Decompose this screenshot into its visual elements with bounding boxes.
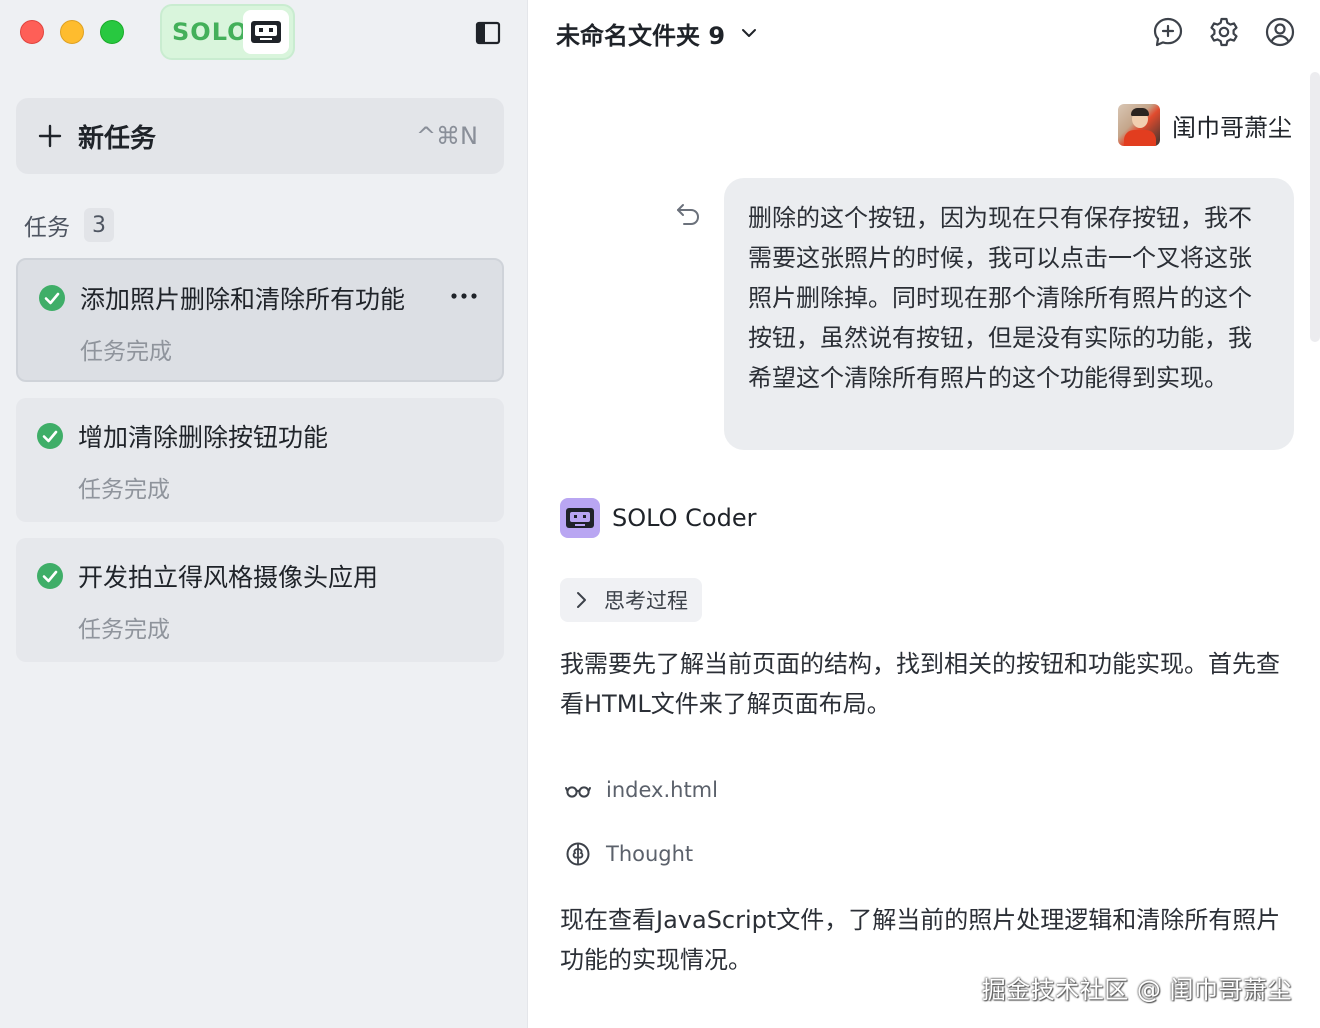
check-circle-icon xyxy=(39,285,65,311)
task-item[interactable]: 添加照片删除和清除所有功能 任务完成 xyxy=(16,258,504,382)
tasks-header: 任务 3 xyxy=(24,208,114,242)
check-circle-icon xyxy=(37,563,63,589)
task-item[interactable]: 增加清除删除按钮功能 任务完成 xyxy=(16,398,504,522)
agent-message: 现在查看JavaScript文件，了解当前的照片处理逻辑和清除所有照片功能的实现… xyxy=(560,906,1281,974)
brain-icon xyxy=(566,842,590,866)
chevron-right-icon xyxy=(577,592,586,608)
task-status: 任务完成 xyxy=(80,339,172,365)
window-close-button[interactable] xyxy=(20,20,44,44)
chat-panel: 未命名文件夹 9 闺巾哥萧尘 删除的这个按钮，因为现在只有保存按钮，我不需要这张… xyxy=(528,0,1320,1028)
scrollbar[interactable] xyxy=(1310,72,1320,342)
task-status: 任务完成 xyxy=(78,617,170,643)
task-title: 开发拍立得风格摄像头应用 xyxy=(78,563,379,592)
avatar xyxy=(1118,104,1160,146)
solo-label: SOLO xyxy=(172,18,249,46)
more-icon[interactable] xyxy=(448,284,480,308)
new-task-button[interactable]: 新任务 ^⌘N xyxy=(16,98,504,174)
folder-name: 未命名文件夹 9 xyxy=(556,21,726,50)
agent-message: 我需要先了解当前页面的结构，找到相关的按钮和功能实现。首先查看HTML文件来了解… xyxy=(560,650,1280,718)
window-minimize-button[interactable] xyxy=(60,20,84,44)
tool-thought-label: Thought xyxy=(606,842,694,866)
tool-file-label: index.html xyxy=(606,778,718,802)
folder-title-dropdown[interactable]: 未命名文件夹 9 xyxy=(556,14,759,52)
user-message-bubble: 删除的这个按钮，因为现在只有保存按钮，我不需要这张照片的时候，我可以点击一个叉将… xyxy=(724,178,1294,450)
tasks-label: 任务 xyxy=(24,215,70,241)
task-item[interactable]: 开发拍立得风格摄像头应用 任务完成 xyxy=(16,538,504,662)
new-chat-icon[interactable] xyxy=(1152,16,1184,48)
task-title: 添加照片删除和清除所有功能 xyxy=(80,285,406,314)
task-title: 增加清除删除按钮功能 xyxy=(78,423,329,452)
window-maximize-button[interactable] xyxy=(100,20,124,44)
tasks-count-badge: 3 xyxy=(84,208,114,242)
panel-toggle-icon[interactable] xyxy=(474,19,502,47)
sidebar: SOLO 新任务 ^⌘N 任务 3 添加照片删除和清除所有功能 任务完成 增加清… xyxy=(0,0,528,1028)
agent-name: SOLO Coder xyxy=(612,504,757,532)
thinking-label: 思考过程 xyxy=(604,589,688,613)
tool-thought[interactable]: Thought xyxy=(564,840,693,868)
new-task-shortcut: ^⌘N xyxy=(415,122,478,150)
glasses-icon xyxy=(565,786,591,798)
agent-header: SOLO Coder xyxy=(560,498,756,538)
plus-icon xyxy=(38,124,62,148)
new-task-label: 新任务 xyxy=(78,123,157,154)
check-circle-icon xyxy=(37,423,63,449)
tool-read-file[interactable]: index.html xyxy=(564,776,718,804)
user-circle-icon[interactable] xyxy=(1264,16,1296,48)
robot-icon xyxy=(560,498,600,538)
robot-icon xyxy=(243,10,289,54)
user-message-header: 闺巾哥萧尘 xyxy=(1118,104,1292,146)
task-status: 任务完成 xyxy=(78,477,170,503)
solo-mode-badge[interactable]: SOLO xyxy=(160,4,295,60)
thinking-process-toggle[interactable]: 思考过程 xyxy=(560,578,702,622)
chevron-down-icon xyxy=(742,29,757,37)
watermark: 掘金技术社区 @ 闺巾哥萧尘 xyxy=(981,976,1292,1004)
user-name: 闺巾哥萧尘 xyxy=(1172,113,1292,142)
gear-icon[interactable] xyxy=(1208,16,1240,48)
undo-icon[interactable] xyxy=(674,200,702,228)
